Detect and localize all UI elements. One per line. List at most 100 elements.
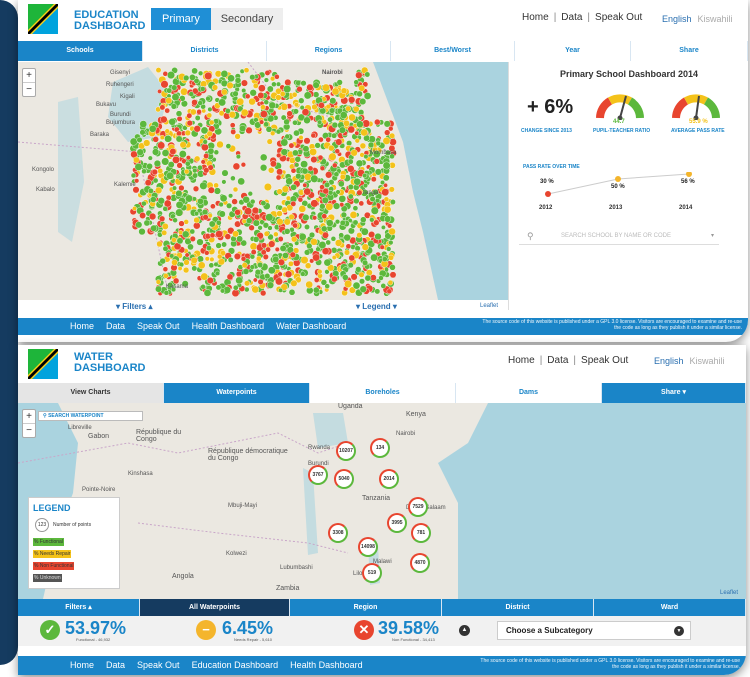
school-dot[interactable] (161, 157, 170, 166)
zoom-in-button[interactable]: + (23, 69, 35, 83)
school-dot[interactable] (321, 196, 329, 204)
school-dot[interactable] (283, 85, 292, 94)
school-dot[interactable] (193, 216, 200, 224)
subcategory-select[interactable]: Choose a Subcategory ▼ (497, 621, 691, 640)
school-dot[interactable] (288, 288, 296, 296)
school-dot[interactable] (231, 289, 240, 298)
school-dot[interactable] (254, 269, 262, 276)
school-dot[interactable] (322, 83, 331, 92)
school-dot[interactable] (364, 71, 371, 78)
school-dot[interactable] (225, 143, 232, 149)
school-dot[interactable] (262, 253, 269, 260)
cluster-marker[interactable]: 4870 (410, 553, 430, 573)
school-dot[interactable] (152, 148, 160, 156)
school-dot[interactable] (276, 81, 282, 87)
school-dot[interactable] (213, 149, 220, 156)
school-dot[interactable] (331, 132, 337, 139)
school-dot[interactable] (347, 193, 354, 200)
school-dot[interactable] (352, 219, 359, 226)
leaflet-attribution[interactable]: Leaflet (480, 303, 498, 309)
school-dot[interactable] (356, 232, 363, 239)
school-dot[interactable] (259, 119, 265, 125)
cluster-marker[interactable]: 3995 (387, 513, 407, 533)
school-dot[interactable] (199, 181, 208, 190)
level-secondary-button[interactable]: Secondary (211, 8, 283, 30)
school-dot[interactable] (387, 223, 393, 229)
school-dot[interactable] (334, 148, 340, 154)
school-dot[interactable] (360, 227, 369, 236)
tab-best-worst[interactable]: Best/Worst (391, 41, 515, 61)
school-dot[interactable] (389, 271, 397, 279)
school-dot[interactable] (208, 119, 215, 126)
school-dot[interactable] (298, 135, 304, 141)
school-dot[interactable] (289, 251, 296, 258)
school-dot[interactable] (139, 129, 146, 136)
school-dot[interactable] (317, 269, 323, 275)
school-dot[interactable] (161, 149, 170, 157)
school-dot[interactable] (373, 219, 380, 226)
school-dot[interactable] (362, 173, 368, 179)
filters-toggle[interactable]: Filters ▴ (18, 599, 140, 616)
school-dot[interactable] (294, 102, 300, 108)
school-dot[interactable] (153, 159, 162, 168)
school-dot[interactable] (227, 256, 234, 263)
school-dot[interactable] (378, 275, 384, 281)
school-dot[interactable] (144, 179, 152, 187)
school-dot[interactable] (276, 210, 283, 217)
school-dot[interactable] (268, 101, 277, 110)
nav-home[interactable]: Home (522, 12, 549, 23)
school-dot[interactable] (244, 93, 251, 99)
school-dot[interactable] (359, 142, 367, 150)
cluster-marker[interactable]: 781 (411, 523, 431, 543)
school-dot[interactable] (263, 99, 270, 105)
school-dot[interactable] (184, 129, 191, 137)
school-dot[interactable] (312, 253, 320, 262)
school-dot[interactable] (275, 94, 282, 101)
school-dot[interactable] (358, 200, 365, 207)
school-dot[interactable] (298, 205, 307, 213)
school-dot[interactable] (353, 105, 360, 113)
school-dot[interactable] (162, 245, 169, 252)
cluster-marker[interactable]: 14098 (358, 537, 378, 557)
school-dot[interactable] (205, 245, 212, 251)
school-dot[interactable] (190, 256, 198, 264)
school-dot[interactable] (328, 144, 335, 152)
school-dot[interactable] (325, 136, 332, 143)
school-dot[interactable] (257, 261, 264, 268)
zoom-in-button[interactable]: + (23, 410, 35, 424)
school-dot[interactable] (241, 88, 247, 94)
school-dot[interactable] (259, 153, 268, 162)
school-dot[interactable] (308, 231, 316, 239)
school-dot[interactable] (183, 259, 190, 266)
school-dot[interactable] (226, 82, 234, 90)
school-dot[interactable] (322, 231, 329, 239)
school-dot[interactable] (143, 219, 151, 227)
school-dot[interactable] (357, 115, 363, 121)
school-dot[interactable] (298, 232, 307, 241)
school-dot[interactable] (362, 259, 369, 266)
school-dot[interactable] (228, 193, 234, 199)
schools-map[interactable]: + − Gisenyi Ruhengeri Kigali Bukavu Buru… (18, 62, 508, 300)
lang-kiswahili[interactable]: Kiswahili (690, 356, 725, 366)
school-dot[interactable] (178, 150, 187, 159)
school-dot[interactable] (157, 88, 163, 94)
school-dot[interactable] (382, 161, 391, 170)
school-dot[interactable] (325, 202, 334, 211)
school-dot[interactable] (274, 246, 280, 252)
school-dot[interactable] (157, 168, 164, 174)
school-dot[interactable] (159, 104, 166, 111)
school-dot[interactable] (321, 225, 328, 233)
school-dot[interactable] (245, 217, 253, 224)
cluster-marker[interactable]: 7529 (408, 497, 428, 517)
school-dot[interactable] (386, 246, 392, 252)
water-logo[interactable]: WATER DASHBOARD (74, 352, 146, 374)
school-dot[interactable] (206, 276, 214, 284)
school-dot[interactable] (159, 257, 166, 265)
school-dot[interactable] (163, 199, 172, 208)
school-dot[interactable] (258, 84, 266, 93)
school-dot[interactable] (319, 203, 326, 210)
school-dot[interactable] (200, 284, 206, 290)
footer-link-health[interactable]: Health Dashboard (290, 660, 363, 670)
school-dot[interactable] (130, 172, 137, 179)
school-dot[interactable] (197, 164, 203, 171)
